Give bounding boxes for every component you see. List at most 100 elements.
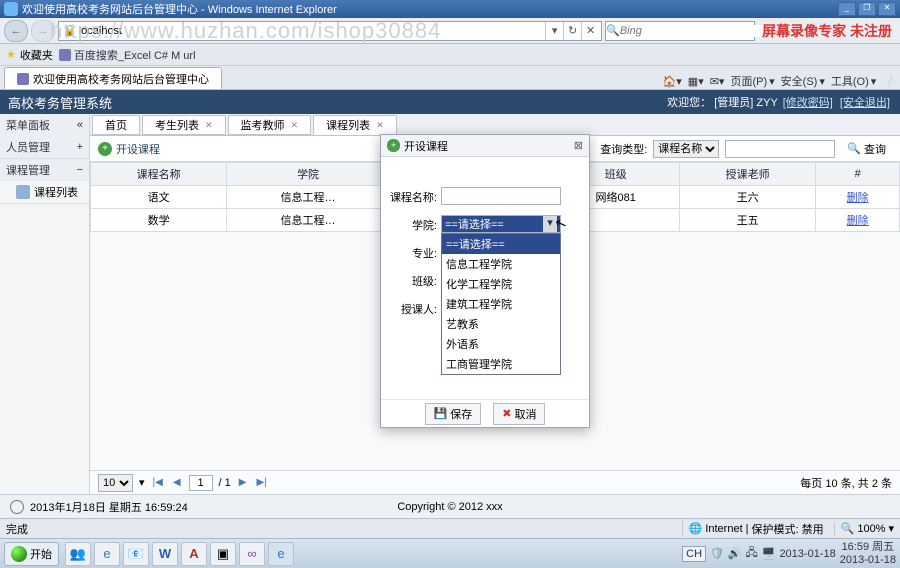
pager: 10 ▾ |◀ ◀ / 1 ▶ ▶| 每页 10 条, 共 2 条 xyxy=(90,470,900,494)
taskbar-app[interactable]: ▣ xyxy=(210,542,236,566)
sidebar-section-course[interactable]: 课程管理− xyxy=(0,159,89,181)
forward-button[interactable]: → xyxy=(31,20,55,42)
tab-invigilators[interactable]: 监考教师✕ xyxy=(228,115,312,135)
browser-search[interactable]: 🔍 xyxy=(605,21,755,41)
list-icon xyxy=(16,185,30,199)
col-action[interactable]: # xyxy=(816,163,900,186)
sidebar-section-personnel[interactable]: 人员管理+ xyxy=(0,136,89,158)
page-tab[interactable]: 欢迎使用高校考务网站后台管理中心 xyxy=(4,67,222,89)
dropdown-option[interactable]: 工商管理学院 xyxy=(442,354,560,374)
address-row: ← → 🔒 ▾ ↻ ✕ 🔍 屏幕录像专家 未注册 xyxy=(0,18,900,44)
col-teacher[interactable]: 授课老师 xyxy=(680,163,816,186)
zoom-control[interactable]: 🔍 100% ▾ xyxy=(834,522,894,535)
safety-menu[interactable]: 安全(S)▾ xyxy=(781,73,825,89)
system-tray: CH 🛡️ 🔊 🖧 🖥️ 2013-01-18 16:59 周五 2013-01… xyxy=(682,541,896,565)
page-last-icon[interactable]: ▶| xyxy=(254,477,268,488)
filter-type-select[interactable]: 课程名称 xyxy=(653,140,719,158)
taskbar-app[interactable]: 📧 xyxy=(123,542,149,566)
dialog-header[interactable]: + 开设课程 ⊠ xyxy=(381,135,589,157)
search-button[interactable]: 🔍 查询 xyxy=(841,139,892,159)
tray-icon[interactable]: 🖧 xyxy=(745,544,757,563)
favorites-link[interactable]: 百度搜索_Excel C# M url xyxy=(59,47,196,63)
page-menu[interactable]: 页面(P)▾ xyxy=(730,73,774,89)
minimize-button[interactable]: _ xyxy=(838,2,856,16)
footer-datetime: 2013年1月18日 星期五 16:59:24 xyxy=(30,499,188,515)
lock-icon: 🔒 xyxy=(63,24,77,37)
taskbar-ie-active[interactable]: e xyxy=(268,542,294,566)
windows-icon xyxy=(11,546,27,562)
globe-icon: 🌐 xyxy=(689,522,703,535)
maximize-button[interactable]: ❐ xyxy=(858,2,876,16)
logout-link[interactable]: [安全退出] xyxy=(840,97,890,109)
close-icon[interactable]: ✕ xyxy=(291,120,299,131)
address-bar[interactable]: 🔒 ▾ ↻ ✕ xyxy=(58,21,602,41)
page-size-select[interactable]: 10 xyxy=(98,474,133,492)
favorites-star-icon[interactable]: ★ xyxy=(6,48,16,61)
feeds-button[interactable]: ▦▾ xyxy=(688,75,704,88)
delete-link[interactable]: 删除 xyxy=(847,215,869,227)
mail-button[interactable]: ✉▾ xyxy=(710,75,725,88)
sidebar-item-course-list[interactable]: 课程列表 xyxy=(0,181,89,203)
tab-home[interactable]: 首页 xyxy=(92,115,140,135)
tools-menu[interactable]: 工具(O)▾ xyxy=(831,73,876,89)
home-button[interactable]: 🏠▾ xyxy=(663,75,682,88)
taskbar-vs[interactable]: ∞ xyxy=(239,542,265,566)
add-course-button[interactable]: + 开设课程 xyxy=(98,141,160,157)
dropdown-option[interactable]: 建筑工程学院 xyxy=(442,294,560,314)
stop-icon[interactable]: ✕ xyxy=(581,22,599,40)
label-class: 班级: xyxy=(389,271,441,289)
refresh-icon[interactable]: ↻ xyxy=(563,22,581,40)
course-name-input[interactable] xyxy=(441,187,561,205)
tray-icon[interactable]: 🛡️ xyxy=(710,547,724,560)
help-button[interactable]: ❔ xyxy=(882,75,896,88)
taskbar: 开始 👥 e 📧 W A ▣ ∞ e CH 🛡️ 🔊 🖧 🖥️ 2013-01-… xyxy=(0,538,900,568)
page-total: / 1 xyxy=(219,477,231,489)
back-button[interactable]: ← xyxy=(4,20,28,42)
dialog-close-icon[interactable]: ⊠ xyxy=(574,139,583,152)
tab-courses[interactable]: 课程列表✕ xyxy=(313,115,397,135)
page-prev-icon[interactable]: ◀ xyxy=(171,477,183,488)
tray-date: 2013-01-18 xyxy=(779,548,835,560)
sidebar-collapse[interactable]: « xyxy=(77,119,83,131)
taskbar-ie[interactable]: e xyxy=(94,542,120,566)
dropdown-option[interactable]: 信息工程学院 xyxy=(442,254,560,274)
favorites-label: 收藏夹 xyxy=(20,47,53,63)
cancel-icon: ✖ xyxy=(502,407,511,420)
dropdown-option[interactable]: 化学工程学院 xyxy=(442,274,560,294)
tray-icon[interactable]: 🖥️ xyxy=(762,547,776,560)
ie-status-bar: 完成 🌐Internet | 保护模式: 禁用 🔍 100% ▾ xyxy=(0,518,900,538)
cancel-button[interactable]: ✖取消 xyxy=(493,403,545,425)
taskbar-word[interactable]: W xyxy=(152,542,178,566)
dropdown-option[interactable]: ==请选择== xyxy=(442,234,560,254)
change-password-link[interactable]: [修改密码] xyxy=(783,97,833,109)
filter-input[interactable] xyxy=(725,140,835,158)
close-icon[interactable]: ✕ xyxy=(376,120,384,131)
window-titlebar: 欢迎使用高校考务网站后台管理中心 - Windows Internet Expl… xyxy=(0,0,900,18)
taskbar-access[interactable]: A xyxy=(181,542,207,566)
tray-clock[interactable]: 16:59 周五 2013-01-18 xyxy=(840,541,896,565)
plus-icon: + xyxy=(387,139,400,152)
tab-examinees[interactable]: 考生列表✕ xyxy=(142,115,226,135)
sidebar: 菜单面板 « 人员管理+ 课程管理− 课程列表 xyxy=(0,114,90,494)
dropdown-icon[interactable]: ▾ xyxy=(545,22,563,40)
tray-icon[interactable]: 🔊 xyxy=(728,547,742,560)
page-first-icon[interactable]: |◀ xyxy=(151,477,165,488)
dropdown-option[interactable]: 外语系 xyxy=(442,334,560,354)
copyright: Copyright © 2012 xxx xyxy=(397,501,502,513)
delete-link[interactable]: 删除 xyxy=(847,192,869,204)
start-button[interactable]: 开始 xyxy=(4,542,59,566)
save-button[interactable]: 💾保存 xyxy=(425,403,482,425)
close-button[interactable]: ✕ xyxy=(878,2,896,16)
page-footer: 2013年1月18日 星期五 16:59:24 Copyright © 2012… xyxy=(0,494,900,518)
taskbar-app[interactable]: 👥 xyxy=(65,542,91,566)
page-number-input[interactable] xyxy=(189,475,213,491)
tray-lang[interactable]: CH xyxy=(682,546,706,562)
dropdown-option[interactable]: 艺教系 xyxy=(442,314,560,334)
col-name[interactable]: 课程名称 xyxy=(91,163,227,186)
col-college[interactable]: 学院 xyxy=(227,163,390,186)
college-select[interactable]: ==请选择==▾ ↖ ==请选择== 信息工程学院 化学工程学院 建筑工程学院 … xyxy=(441,215,561,233)
page-next-icon[interactable]: ▶ xyxy=(237,477,249,488)
close-icon[interactable]: ✕ xyxy=(205,120,213,131)
url-input[interactable] xyxy=(79,25,545,37)
search-input[interactable] xyxy=(620,25,763,37)
